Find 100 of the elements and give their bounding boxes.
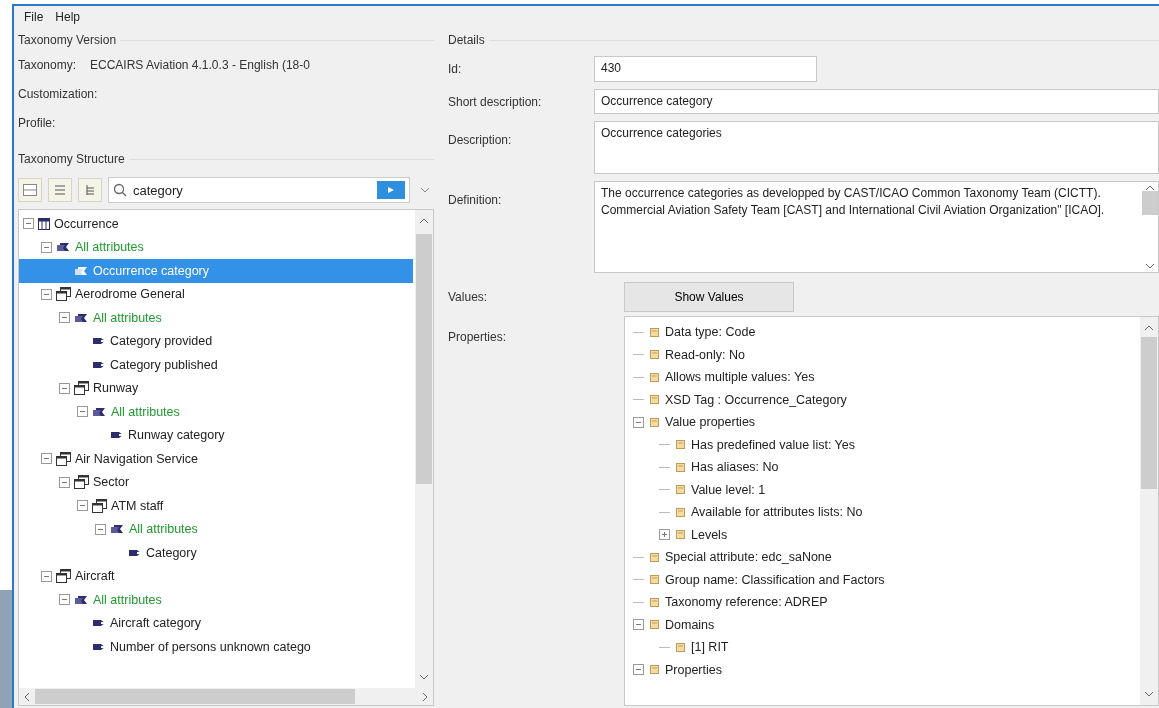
collapse-icon[interactable] <box>633 664 644 676</box>
show-values-button[interactable]: Show Values <box>624 282 794 312</box>
tree-item[interactable]: Aerodrome General <box>19 282 413 306</box>
field-label: Values: <box>448 290 489 304</box>
tree-item[interactable]: Occurrence <box>19 212 413 236</box>
short-description-field[interactable]: Occurrence category <box>594 89 1159 114</box>
tree-item[interactable]: All attributes <box>19 235 413 259</box>
property-icon <box>650 575 659 585</box>
collapse-icon[interactable] <box>41 241 52 253</box>
scroll-up-icon[interactable] <box>1144 323 1154 333</box>
scroll-down-icon[interactable] <box>419 672 429 682</box>
property-icon <box>650 372 659 382</box>
property-item[interactable]: Levels <box>625 523 1140 546</box>
tree-item[interactable]: Category <box>19 541 413 565</box>
scroll-down-icon[interactable] <box>1145 263 1155 269</box>
property-icon <box>650 350 659 360</box>
scroll-right-icon[interactable] <box>421 691 429 702</box>
horizontal-scrollbar[interactable] <box>19 688 433 705</box>
scroll-up-icon[interactable] <box>419 216 429 226</box>
property-icon <box>650 395 659 405</box>
tree-icon <box>84 184 96 196</box>
menu-item[interactable]: File <box>20 10 48 28</box>
scroll-up-icon[interactable] <box>1145 185 1155 191</box>
expand-icon[interactable] <box>659 529 670 541</box>
collapse-icon[interactable] <box>41 453 52 465</box>
tree-item[interactable]: Air Navigation Service <box>19 447 413 471</box>
collapse-icon[interactable] <box>77 500 88 512</box>
property-item[interactable]: Group name: Classification and Factors <box>625 568 1140 591</box>
collapse-icon[interactable] <box>95 523 106 535</box>
collapse-icon[interactable] <box>59 382 70 394</box>
description-field[interactable]: Occurrence categories <box>594 121 1159 174</box>
collapse-icon[interactable] <box>41 570 52 582</box>
field-label: Properties: <box>448 329 508 346</box>
tree-item[interactable]: All attributes <box>19 400 413 424</box>
collapse-icon[interactable] <box>633 619 644 631</box>
scroll-down-icon[interactable] <box>1144 689 1154 699</box>
menu-item[interactable]: Help <box>51 10 85 28</box>
list-button[interactable] <box>48 178 72 202</box>
property-item[interactable]: Special attribute: edc_saNone <box>625 546 1140 569</box>
tree-item[interactable]: Number of persons unknown catego <box>19 635 413 659</box>
tree-button[interactable] <box>78 178 102 202</box>
collapse-icon[interactable] <box>59 312 70 324</box>
property-item[interactable]: [1] RIT <box>625 636 1140 659</box>
field-label: Profile: <box>18 115 56 130</box>
collapse-icon[interactable] <box>59 594 70 606</box>
property-item[interactable]: Data type: Code <box>625 321 1140 344</box>
tree-item[interactable]: Category provided <box>19 329 413 353</box>
scrollbar[interactable] <box>1142 185 1158 269</box>
tree-item[interactable]: Runway <box>19 376 413 400</box>
tags-icon <box>74 265 89 276</box>
windows-icon <box>56 287 71 302</box>
table-icon <box>38 217 50 230</box>
field-label: Taxonomy: <box>18 57 77 72</box>
group-title: Details <box>448 33 485 47</box>
go-button[interactable] <box>377 181 405 199</box>
tree-item[interactable]: All attributes <box>19 588 413 612</box>
search-field[interactable]: category <box>108 177 410 203</box>
property-item[interactable]: XSD Tag : Occurrence_Category <box>625 388 1140 411</box>
scrollbar[interactable] <box>1140 317 1158 705</box>
tree-item[interactable]: All attributes <box>19 517 413 541</box>
tags-icon <box>110 524 125 535</box>
field-label: Customization: <box>18 86 98 101</box>
tree-item[interactable]: Aircraft category <box>19 611 413 635</box>
property-item[interactable]: Value properties <box>625 411 1140 434</box>
property-icon <box>650 417 659 427</box>
tag-icon <box>92 360 106 369</box>
property-item[interactable]: Read-only: No <box>625 343 1140 366</box>
collapse-icon[interactable] <box>77 406 88 418</box>
scroll-left-icon[interactable] <box>23 691 31 702</box>
chevron-down-icon[interactable] <box>420 187 430 193</box>
property-item[interactable]: Domains <box>625 613 1140 636</box>
tag-icon <box>128 548 142 557</box>
tree-item[interactable]: All attributes <box>19 306 413 330</box>
collapse-icon[interactable] <box>633 416 644 428</box>
tag-icon <box>110 431 124 440</box>
tree-item[interactable]: Runway category <box>19 423 413 447</box>
group-title: Taxonomy Version <box>18 33 117 47</box>
property-item[interactable]: Properties <box>625 658 1140 681</box>
field-label: Definition: <box>448 192 503 209</box>
field-label: Description: <box>448 132 513 149</box>
property-item[interactable]: Has aliases: No <box>625 456 1140 479</box>
collapse-button[interactable] <box>18 178 42 202</box>
definition-field[interactable]: The occurrence categories as developped by CAST/ICAO Common Taxonomy Team (CICTT). Commercial Aviation Safety Team [CAST] and International Civil Aviation Organization" [ICAO]. <box>594 181 1159 273</box>
property-item[interactable]: Value level: 1 <box>625 478 1140 501</box>
collapse-icon[interactable] <box>23 218 34 230</box>
id-field[interactable]: 430 <box>594 56 817 82</box>
scrollbar[interactable] <box>415 210 433 688</box>
property-item[interactable]: Has predefined value list: Yes <box>625 433 1140 456</box>
tree-item[interactable]: Aircraft <box>19 564 413 588</box>
collapse-icon[interactable] <box>41 288 52 300</box>
windows-icon <box>74 475 89 490</box>
property-item[interactable]: Allows multiple values: Yes <box>625 366 1140 389</box>
property-item[interactable]: Available for attributes lists: No <box>625 501 1140 524</box>
property-item[interactable]: Taxonomy reference: ADREP <box>625 591 1140 614</box>
field-label: Short description: <box>448 94 543 111</box>
collapse-icon[interactable] <box>59 476 70 488</box>
property-icon <box>676 462 685 472</box>
tree-item[interactable]: ATM staff <box>19 494 413 518</box>
tree-item[interactable]: Sector <box>19 470 413 494</box>
tree-item[interactable]: Category published <box>19 353 413 377</box>
